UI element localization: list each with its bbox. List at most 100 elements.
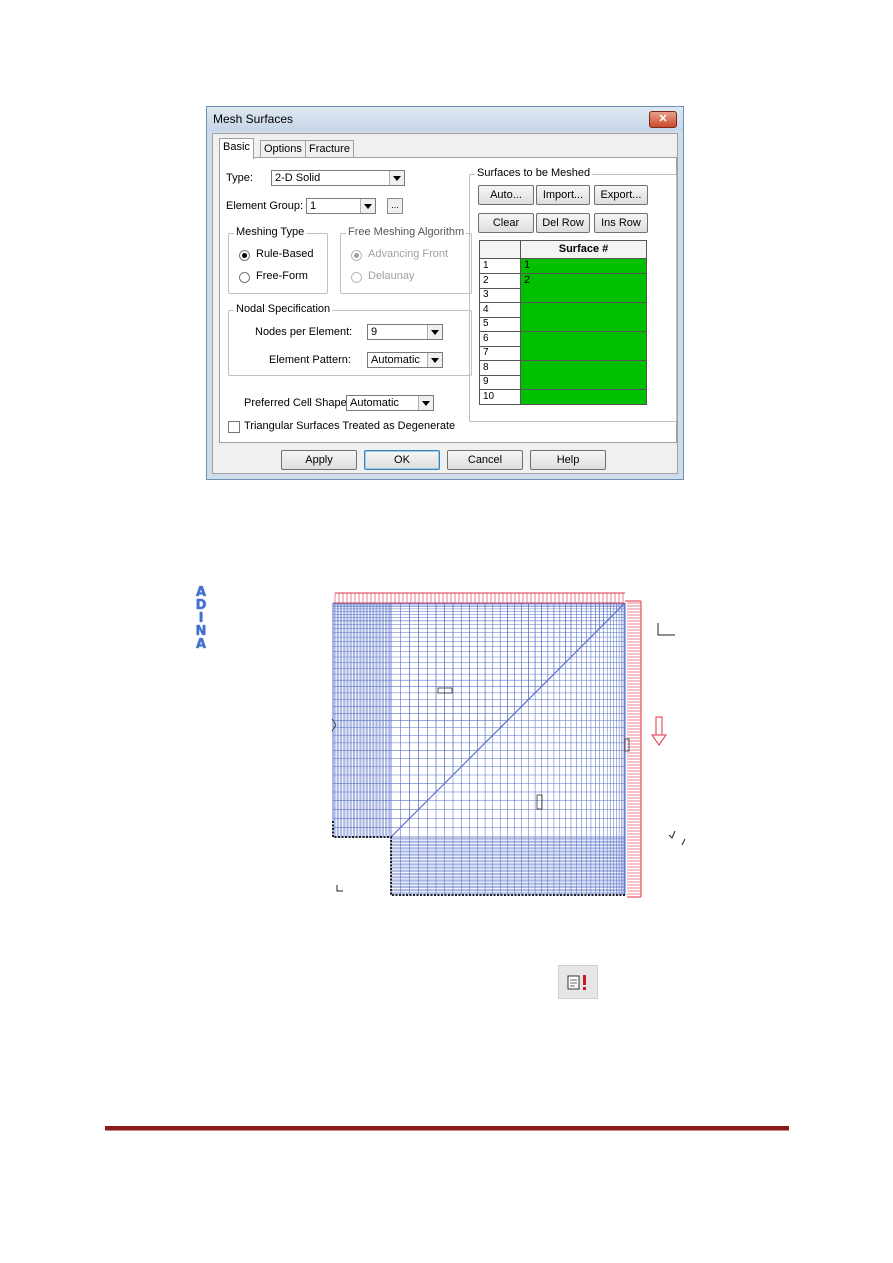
close-button[interactable]: ✕ [649, 111, 677, 128]
tab-fracture-options[interactable]: Fracture Options [305, 140, 354, 172]
apply-button[interactable]: Apply [281, 450, 357, 470]
free-form-label: Free-Form [256, 270, 308, 282]
clear-button[interactable]: Clear [478, 213, 534, 233]
table-row[interactable]: 7 [480, 346, 646, 361]
free-meshing-title: Free Meshing Algorithm [346, 226, 467, 238]
close-icon: ✕ [658, 113, 668, 125]
free-form-radio[interactable] [239, 272, 250, 283]
rule-based-radio[interactable] [239, 250, 250, 261]
element-marker [437, 687, 453, 694]
row-number: 2 [480, 273, 521, 288]
table-row[interactable]: 9 [480, 375, 646, 390]
surfaces-title: Surfaces to be Meshed [475, 167, 593, 179]
surface-cell[interactable] [521, 288, 646, 302]
chevron-down-icon [389, 171, 404, 185]
element-group-select[interactable]: 1 [306, 198, 376, 214]
rule-based-label: Rule-Based [256, 248, 314, 260]
surface-cell[interactable] [521, 302, 646, 317]
mesh-model-view[interactable] [325, 585, 695, 905]
table-row[interactable]: 3 [480, 288, 646, 303]
table-row[interactable]: 5 [480, 317, 646, 332]
coordinate-triad-icon [668, 830, 686, 846]
row-number: 6 [480, 331, 521, 346]
triangular-degenerate-checkbox[interactable] [228, 421, 240, 433]
help-label: Help [556, 454, 580, 466]
chevron-down-icon [427, 325, 442, 339]
tab-options[interactable]: Options [260, 140, 306, 158]
surface-cell[interactable] [521, 360, 646, 375]
mesh-line [390, 602, 626, 838]
table-row[interactable]: 22 [480, 273, 646, 289]
tab-basic[interactable]: Basic [219, 138, 254, 159]
delaunay-label: Delaunay [368, 270, 415, 282]
surface-cell[interactable] [521, 346, 646, 360]
generate-mesh-button[interactable] [558, 965, 598, 999]
export-button[interactable]: Export... [594, 185, 648, 205]
clear-label: Clear [492, 217, 520, 229]
del-row-button[interactable]: Del Row [536, 213, 590, 233]
import-label: Import... [542, 189, 584, 201]
element-pattern-label: Element Pattern: [269, 354, 351, 366]
axis-marker-icon [336, 885, 343, 892]
element-pattern-select[interactable]: Automatic [367, 352, 443, 368]
element-group-label: Element Group: [226, 200, 304, 212]
axis-marker-icon [657, 623, 675, 636]
type-value: 2-D Solid [275, 172, 321, 184]
table-row[interactable]: 4 [480, 302, 646, 318]
surface-cell[interactable]: 2 [521, 273, 646, 288]
surface-cell[interactable] [521, 331, 646, 346]
advancing-front-radio[interactable] [351, 250, 362, 261]
chevron-down-icon [360, 199, 375, 213]
meshing-type-title: Meshing Type [234, 226, 307, 238]
table-row[interactable]: 8 [480, 360, 646, 376]
surfaces-table: Surface # 1 1 2 2 3 4 5 6 7 8 9 10 [479, 240, 647, 405]
row-number: 3 [480, 288, 521, 302]
element-marker [536, 794, 543, 810]
mesh-lines [332, 602, 626, 896]
delaunay-radio[interactable] [351, 272, 362, 283]
row-number: 1 [480, 259, 521, 273]
cell-shape-label: Preferred Cell Shape: [244, 397, 350, 409]
cell-shape-select[interactable]: Automatic [346, 395, 434, 411]
nodes-per-element-value: 9 [371, 326, 378, 338]
auto-button[interactable]: Auto... [478, 185, 534, 205]
row-number: 10 [480, 389, 521, 404]
type-select[interactable]: 2-D Solid [271, 170, 405, 186]
free-meshing-group: Free Meshing Algorithm Advancing Front D… [340, 226, 472, 294]
cell-shape-value: Automatic [350, 397, 399, 409]
element-group-more-button[interactable]: ... [387, 198, 403, 214]
del-row-label: Del Row [542, 217, 584, 229]
ins-row-button[interactable]: Ins Row [594, 213, 648, 233]
table-header: Surface # [480, 241, 646, 259]
surface-cell[interactable] [521, 317, 646, 331]
chevron-down-icon [418, 396, 433, 410]
table-row[interactable]: 6 [480, 331, 646, 347]
ok-label: OK [394, 454, 410, 466]
meshing-type-group: Meshing Type Rule-Based Free-Form [228, 226, 328, 294]
row-number: 4 [480, 302, 521, 317]
export-label: Export... [600, 189, 642, 201]
cancel-button[interactable]: Cancel [447, 450, 523, 470]
title-bar[interactable]: Mesh Surfaces ✕ [207, 107, 683, 131]
apply-label: Apply [305, 454, 333, 466]
surface-cell[interactable]: 1 [521, 259, 646, 273]
auto-label: Auto... [490, 189, 522, 201]
row-number: 5 [480, 317, 521, 331]
element-group-value: 1 [310, 200, 317, 212]
nodal-specification-group: Nodal Specification Nodes per Element: 9… [228, 303, 472, 376]
ok-button[interactable]: OK [364, 450, 440, 470]
tab-options-label: Options [264, 143, 302, 155]
table-row[interactable]: 10 [480, 389, 646, 405]
surface-cell[interactable] [521, 389, 646, 404]
more-label: ... [391, 200, 399, 210]
adina-logo: A D I N A [192, 586, 210, 651]
row-number: 9 [480, 375, 521, 389]
surface-cell[interactable] [521, 375, 646, 389]
type-label: Type: [226, 172, 253, 184]
help-button[interactable]: Help [530, 450, 606, 470]
table-row[interactable]: 11 [480, 259, 646, 274]
nodes-per-element-select[interactable]: 9 [367, 324, 443, 340]
import-button[interactable]: Import... [536, 185, 590, 205]
generate-mesh-icon [567, 975, 586, 990]
ins-row-label: Ins Row [601, 217, 641, 229]
